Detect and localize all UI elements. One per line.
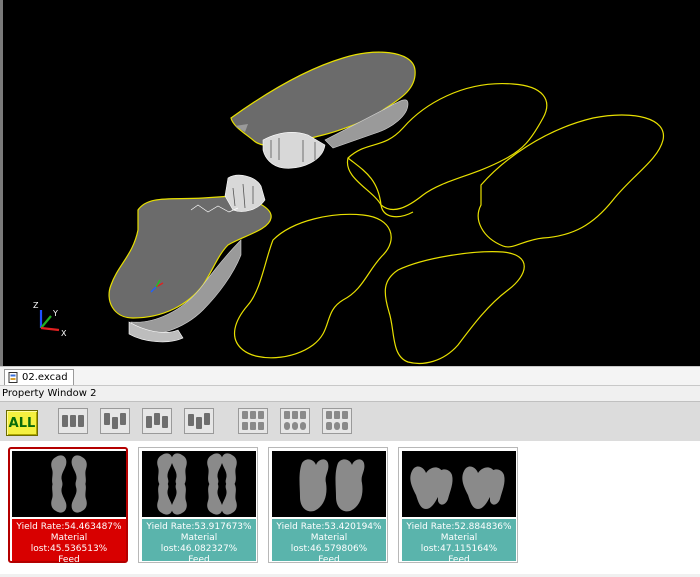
result-info-1: Yield Rate:54.463487% Material lost:45.5… — [12, 519, 126, 576]
yield-rate: Yield Rate:53.420194% — [276, 522, 382, 532]
result-card-4[interactable]: Yield Rate:52.884836% Material lost:47.1… — [398, 447, 518, 576]
document-tab-bar: 02.excad — [0, 366, 700, 386]
outline-piece-2 — [477, 114, 664, 248]
result-thumbnail-3 — [272, 451, 386, 517]
material-lost: Material lost:46.082327% — [160, 533, 238, 554]
shoe-model-upper[interactable] — [230, 51, 416, 169]
axis-triad-icon: Z Y X — [33, 301, 67, 338]
layout-toolbar: ALL — [0, 401, 700, 441]
document-tab[interactable]: 02.excad — [4, 369, 74, 385]
3d-viewport[interactable]: Z Y X — [0, 0, 700, 366]
result-card-2[interactable]: Yield Rate:53.917673% Material lost:46.0… — [138, 447, 258, 576]
yield-rate: Yield Rate:52.884836% — [406, 522, 512, 532]
layout-grid-3x2-mixed-icon[interactable] — [322, 408, 352, 434]
result-card-1[interactable]: Yield Rate:54.463487% Material lost:45.5… — [8, 447, 128, 576]
property-window-title: Property Window 2 — [0, 387, 700, 401]
nesting-results: Yield Rate:54.463487% Material lost:45.5… — [0, 441, 700, 576]
material-lost: Material lost:45.536513% — [30, 533, 108, 554]
document-tab-label: 02.excad — [22, 372, 68, 383]
outline-piece-4 — [384, 251, 525, 365]
result-info-2: Yield Rate:53.917673% Material lost:46.0… — [142, 519, 256, 576]
outline-piece-3 — [233, 213, 392, 359]
material-lost: Material lost:46.579806% — [290, 533, 368, 554]
viewport-canvas[interactable]: Z Y X — [3, 0, 700, 366]
result-card-3[interactable]: Yield Rate:53.420194% Material lost:46.5… — [268, 447, 388, 576]
result-thumbnail-2 — [142, 451, 256, 517]
result-thumbnail-1 — [12, 451, 126, 517]
all-button[interactable]: ALL — [6, 410, 38, 436]
axis-label-x: X — [61, 329, 67, 338]
document-icon — [8, 372, 18, 383]
layout-grid-3x2-icon[interactable] — [238, 408, 268, 434]
shoe-model-lower[interactable] — [108, 174, 272, 343]
axis-label-z: Z — [33, 301, 39, 310]
yield-rate: Yield Rate:54.463487% — [16, 522, 122, 532]
result-info-3: Yield Rate:53.420194% Material lost:46.5… — [272, 519, 386, 576]
layout-alt-row-icon[interactable] — [100, 408, 130, 434]
material-lost: Material lost:47.115164% — [420, 533, 498, 554]
result-thumbnail-4 — [402, 451, 516, 517]
layout-grid-3x2-alt-icon[interactable] — [280, 408, 310, 434]
axis-label-y: Y — [52, 309, 58, 318]
layout-mixed-row-icon[interactable] — [142, 408, 172, 434]
yield-rate: Yield Rate:53.917673% — [146, 522, 252, 532]
result-info-4: Yield Rate:52.884836% Material lost:47.1… — [402, 519, 516, 576]
layout-row-3-icon[interactable] — [58, 408, 88, 434]
layout-alt-mixed-icon[interactable] — [184, 408, 214, 434]
